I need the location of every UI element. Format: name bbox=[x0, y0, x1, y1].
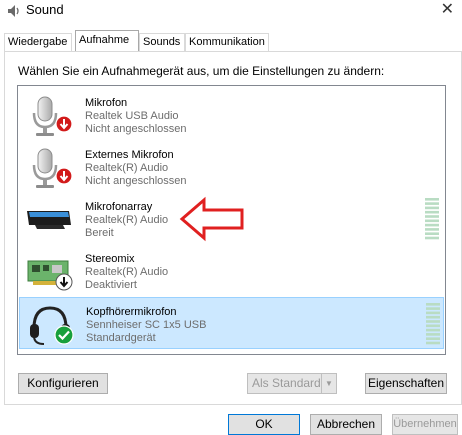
close-icon[interactable]: ✕ bbox=[441, 0, 454, 20]
level-meter-segment bbox=[426, 337, 440, 340]
level-meter-segment bbox=[425, 223, 439, 227]
level-meter-segment bbox=[426, 320, 440, 323]
level-meter bbox=[426, 303, 440, 345]
device-status: Nicht angeschlossen bbox=[85, 123, 187, 135]
chevron-down-icon[interactable]: ▼ bbox=[321, 374, 336, 393]
device-status: Bereit bbox=[85, 227, 114, 239]
device-name: Mikrofonarray bbox=[85, 201, 153, 213]
level-meter-segment bbox=[425, 232, 439, 235]
level-meter-segment bbox=[426, 311, 440, 315]
red-down-arrow-icon bbox=[55, 115, 73, 133]
tab-bar: Wiedergabe Aufnahme Sounds Kommunikation bbox=[4, 30, 462, 53]
level-meter-segment bbox=[425, 206, 439, 210]
level-meter bbox=[425, 198, 439, 240]
list-item-headset-microphone[interactable]: Kopfhörermikrofon Sennheiser SC 1x5 USB … bbox=[19, 297, 444, 349]
level-meter-segment bbox=[425, 198, 439, 201]
device-name: Mikrofon bbox=[85, 97, 128, 109]
level-meter-segment bbox=[426, 324, 440, 328]
device-name: Stereomix bbox=[85, 253, 135, 265]
level-meter-segment bbox=[426, 328, 440, 332]
device-driver: Realtek(R) Audio bbox=[85, 214, 169, 226]
apply-button[interactable]: Übernehmen bbox=[392, 414, 458, 435]
level-meter-segment bbox=[426, 341, 440, 345]
list-item-microphone[interactable]: Mikrofon Realtek USB Audio Nicht angesch… bbox=[19, 89, 444, 141]
level-meter-segment bbox=[426, 315, 440, 319]
title-bar: Sound ✕ bbox=[0, 0, 462, 22]
green-check-icon bbox=[54, 325, 74, 345]
instruction-text: Wählen Sie ein Aufnahmegerät aus, um die… bbox=[18, 64, 385, 78]
tab-recording[interactable]: Aufnahme bbox=[75, 30, 139, 51]
device-driver: Sennheiser SC 1x5 USB bbox=[86, 319, 207, 331]
level-meter-segment bbox=[426, 303, 440, 306]
properties-button[interactable]: Eigenschaften bbox=[365, 373, 447, 394]
device-status: Nicht angeschlossen bbox=[85, 175, 187, 187]
set-default-button[interactable]: Als Standard ▼ bbox=[247, 373, 337, 394]
configure-button[interactable]: Konfigurieren bbox=[18, 373, 108, 394]
device-status: Standardgerät bbox=[86, 332, 156, 344]
level-meter-segment bbox=[425, 228, 439, 231]
device-driver: Realtek(R) Audio bbox=[85, 266, 169, 278]
device-driver: Realtek USB Audio bbox=[85, 110, 179, 122]
device-name: Externes Mikrofon bbox=[85, 149, 174, 161]
black-down-arrow-icon bbox=[55, 273, 73, 291]
microphone-array-icon bbox=[27, 211, 71, 229]
recording-device-list[interactable]: Mikrofon Realtek USB Audio Nicht angesch… bbox=[17, 85, 446, 355]
level-meter-segment bbox=[425, 236, 439, 240]
cancel-button[interactable]: Abbrechen bbox=[310, 414, 382, 435]
level-meter-segment bbox=[425, 210, 439, 214]
tab-playback[interactable]: Wiedergabe bbox=[4, 33, 72, 51]
device-status: Deaktiviert bbox=[85, 279, 137, 291]
tab-communication[interactable]: Kommunikation bbox=[185, 33, 269, 51]
level-meter-segment bbox=[425, 202, 439, 205]
level-meter-segment bbox=[426, 333, 440, 336]
level-meter-segment bbox=[426, 307, 440, 310]
list-item-external-microphone[interactable]: Externes Mikrofon Realtek(R) Audio Nicht… bbox=[19, 141, 444, 193]
red-down-arrow-icon bbox=[55, 167, 73, 185]
device-driver: Realtek(R) Audio bbox=[85, 162, 169, 174]
ok-button[interactable]: OK bbox=[228, 414, 300, 435]
level-meter-segment bbox=[425, 215, 439, 218]
annotation-arrow-icon bbox=[179, 196, 244, 242]
tab-sounds[interactable]: Sounds bbox=[139, 33, 185, 51]
set-default-label: Als Standard bbox=[252, 376, 321, 390]
device-name: Kopfhörermikrofon bbox=[86, 306, 177, 318]
window-title: Sound bbox=[26, 2, 64, 17]
list-item-stereo-mix[interactable]: Stereomix Realtek(R) Audio Deaktiviert bbox=[19, 245, 444, 297]
speaker-icon bbox=[8, 5, 19, 17]
level-meter-segment bbox=[425, 219, 439, 223]
